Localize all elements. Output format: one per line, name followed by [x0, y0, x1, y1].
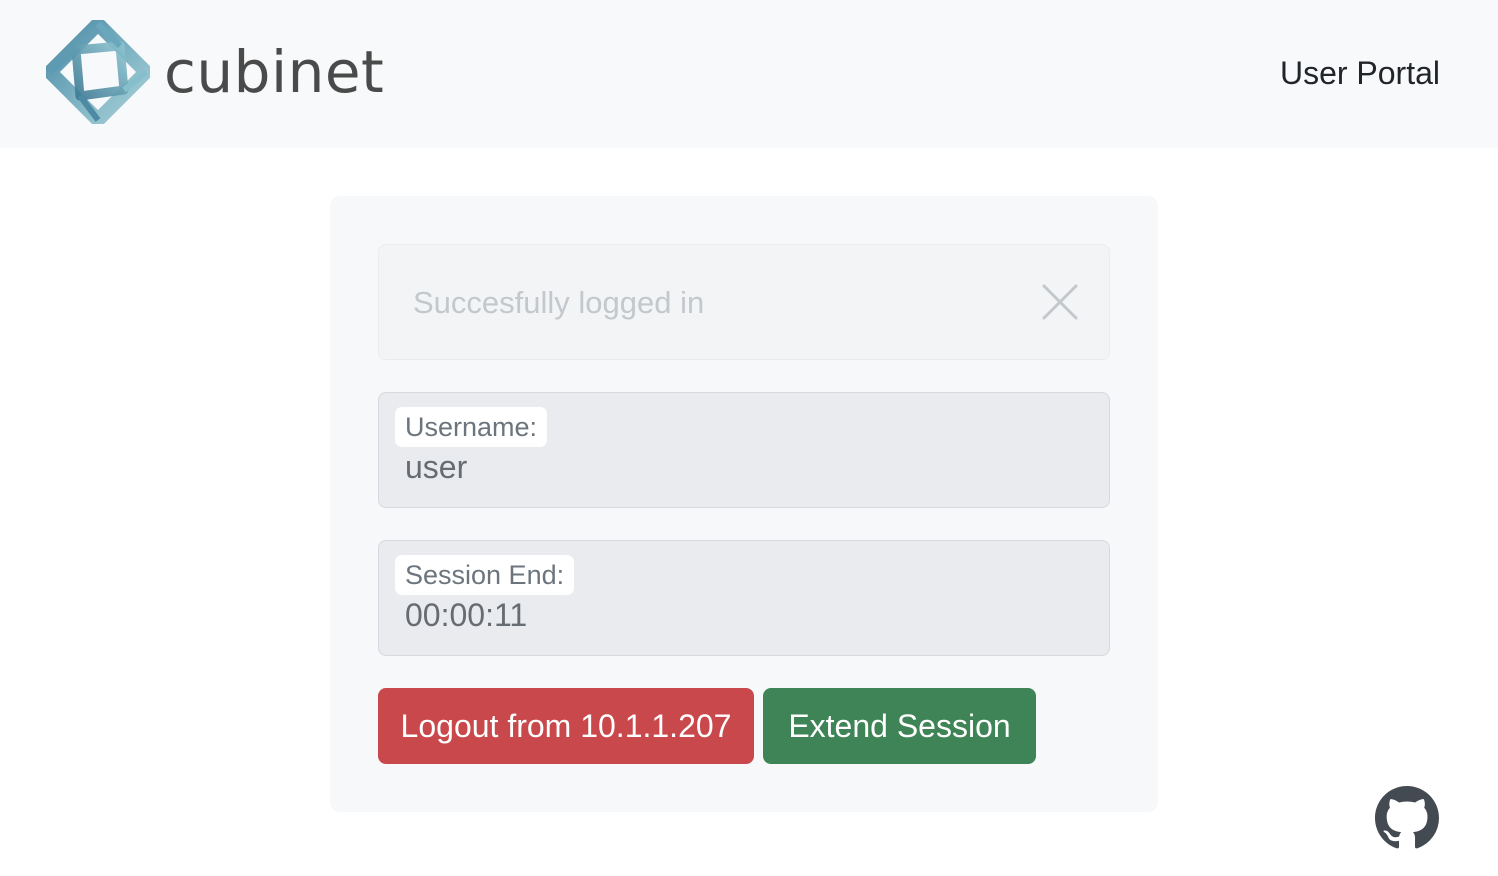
success-alert: Succesfully logged in [378, 244, 1110, 360]
extend-session-button[interactable]: Extend Session [763, 688, 1036, 764]
brand-link[interactable]: cubinet [46, 20, 384, 124]
session-end-field: Session End: 00:00:11 [378, 540, 1110, 656]
navbar: cubinet User Portal [0, 0, 1498, 148]
session-end-value: 00:00:11 [405, 597, 528, 633]
logout-button[interactable]: Logout from 10.1.1.207 [378, 688, 754, 764]
session-card: Succesfully logged in Username: user Ses… [330, 196, 1158, 812]
nav-title[interactable]: User Portal [1280, 54, 1440, 92]
github-icon[interactable] [1375, 786, 1439, 850]
username-value: user [405, 449, 468, 485]
username-label: Username: [395, 407, 548, 447]
cubinet-logo-icon [46, 20, 150, 124]
alert-message: Succesfully logged in [413, 285, 705, 320]
session-end-label: Session End: [395, 555, 575, 595]
username-field: Username: user [378, 392, 1110, 508]
close-icon[interactable] [1041, 283, 1079, 321]
brand-name: cubinet [164, 38, 385, 106]
